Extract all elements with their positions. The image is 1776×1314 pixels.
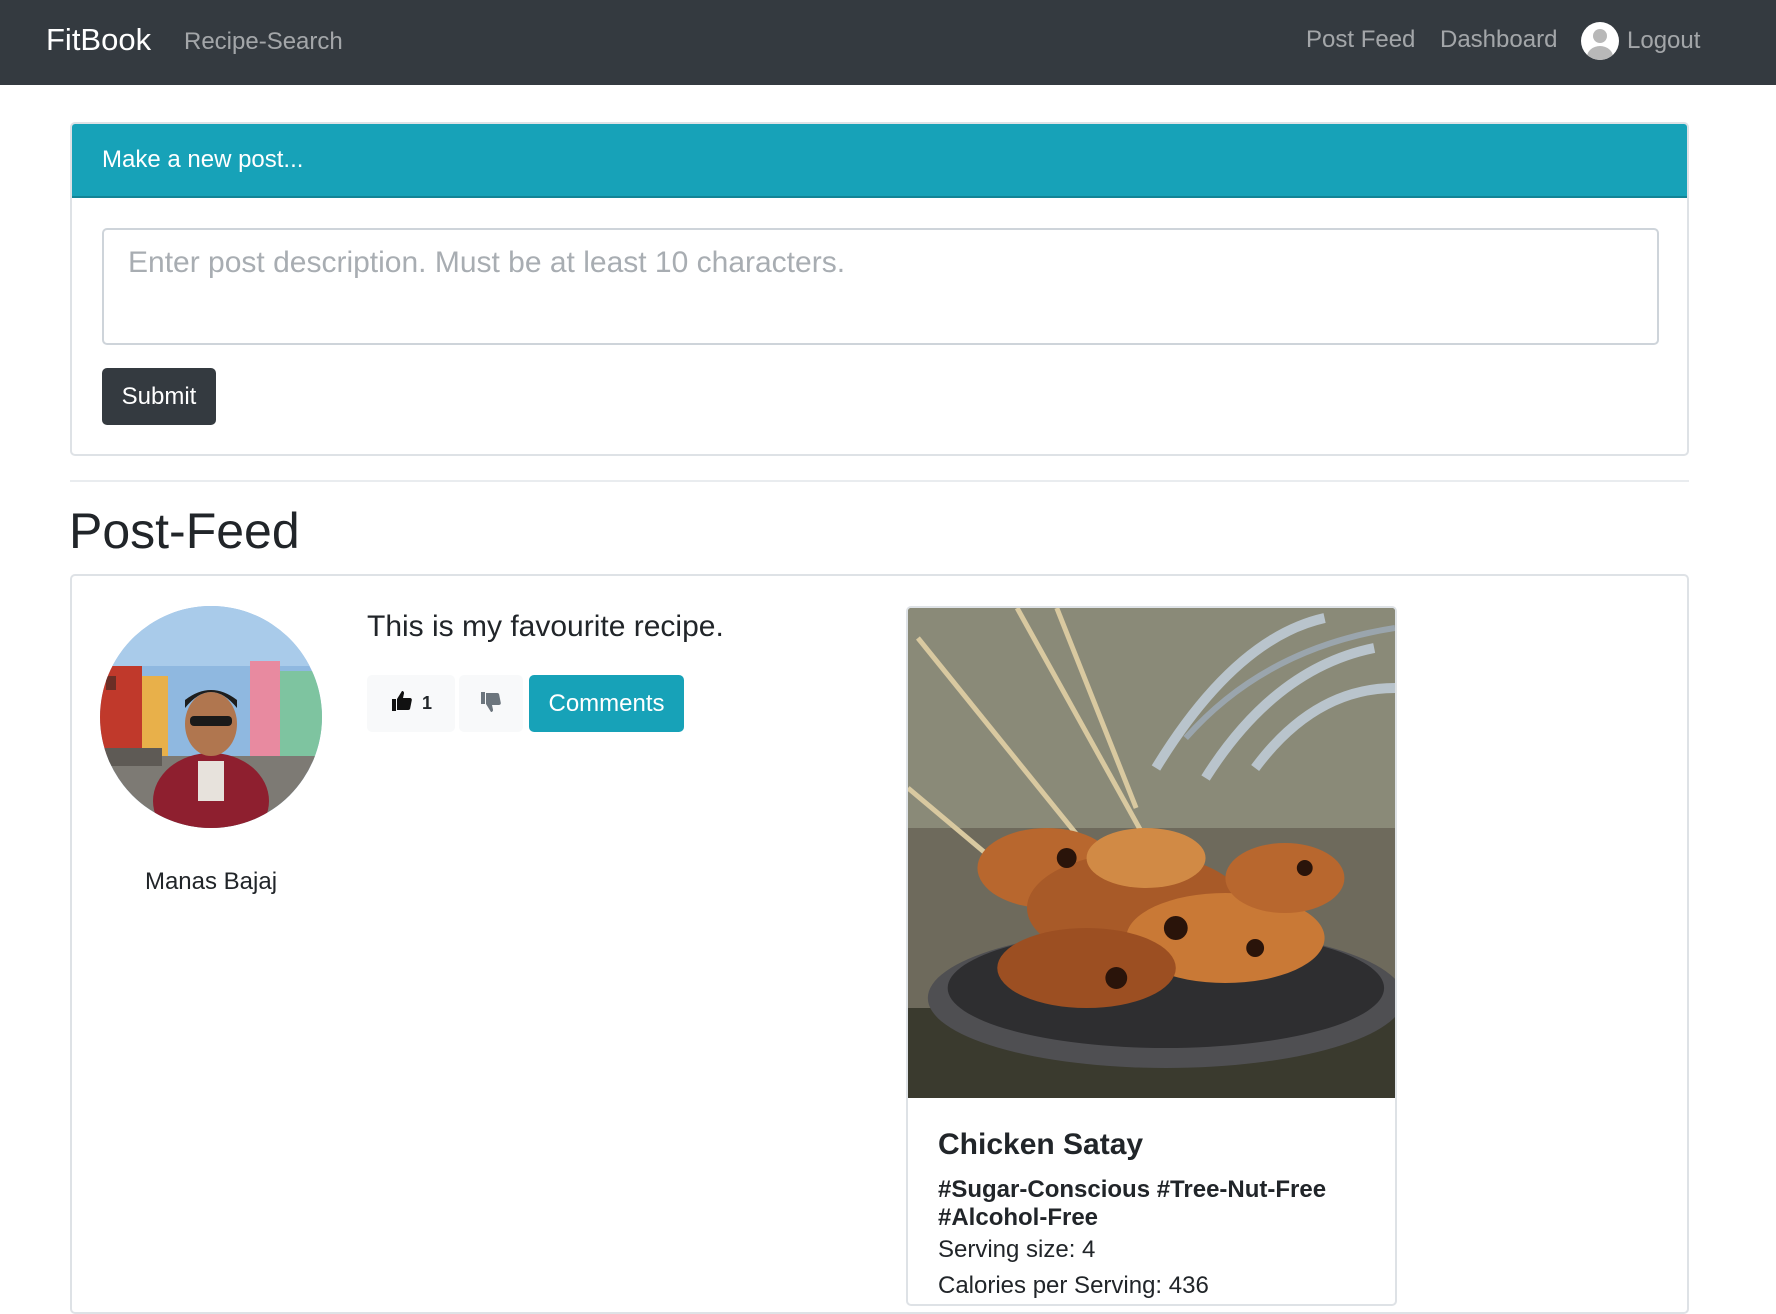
like-count: 1 — [421, 693, 432, 713]
nav-logout[interactable]: Logout — [1581, 22, 1700, 60]
recipe-title: Chicken Satay — [938, 1128, 1144, 1161]
new-post-header: Make a new post... — [72, 124, 1687, 198]
like-button[interactable]: 1 — [367, 675, 455, 732]
nav-post-feed[interactable]: Post Feed — [1306, 26, 1415, 54]
submit-button[interactable]: Submit — [102, 368, 216, 425]
new-post-card: Make a new post... Submit — [70, 122, 1689, 456]
author-name[interactable]: Manas Bajaj — [100, 868, 322, 896]
recipe-card[interactable]: Chicken Satay #Sugar-Conscious #Tree-Nut… — [906, 606, 1397, 1306]
logout-label: Logout — [1627, 27, 1701, 54]
dislike-button[interactable] — [459, 675, 523, 732]
recipe-serving-size: Serving size: 4 — [938, 1236, 1096, 1263]
thumbs-up-icon — [390, 689, 414, 718]
nav-recipe-search[interactable]: Recipe-Search — [184, 28, 343, 56]
feed-title: Post-Feed — [69, 503, 300, 559]
comments-button[interactable]: Comments — [529, 675, 684, 732]
post-description-input[interactable] — [102, 228, 1659, 345]
post-text: This is my favourite recipe. — [367, 610, 724, 643]
author-avatar — [100, 606, 322, 828]
nav-dashboard[interactable]: Dashboard — [1440, 26, 1557, 54]
brand-logo[interactable]: FitBook — [46, 22, 151, 58]
recipe-tags: #Sugar-Conscious #Tree-Nut-Free #Alcohol… — [938, 1176, 1327, 1231]
recipe-image — [908, 608, 1395, 1098]
thumbs-down-icon — [479, 690, 503, 717]
divider — [70, 480, 1689, 482]
user-avatar-icon — [1581, 22, 1619, 60]
navbar: FitBook Recipe-Search Post Feed Dashboar… — [0, 0, 1776, 85]
